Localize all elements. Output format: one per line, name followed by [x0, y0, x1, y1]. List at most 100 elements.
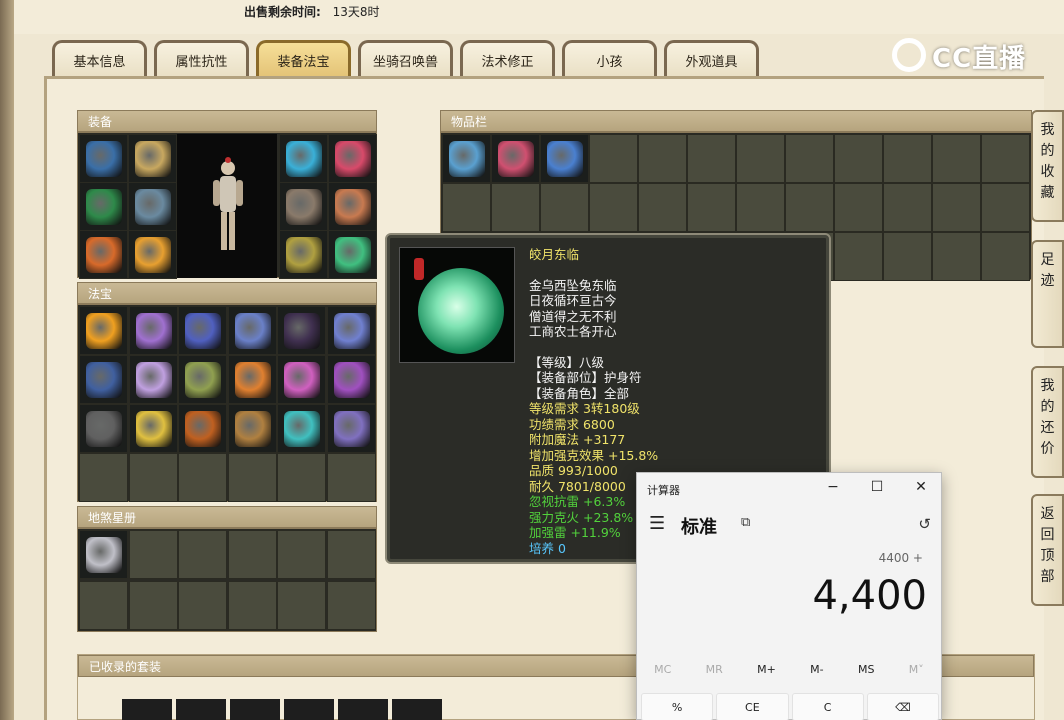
treasure-slot[interactable] [326, 306, 376, 355]
treasure-slot[interactable] [227, 453, 277, 502]
inventory-slot[interactable] [687, 134, 736, 183]
star-book-slot[interactable] [128, 581, 178, 630]
inventory-slot[interactable] [932, 232, 981, 281]
equip-slot[interactable] [128, 182, 177, 231]
treasure-slot[interactable] [277, 355, 326, 404]
treasure-slot[interactable] [79, 453, 128, 502]
equip-slot[interactable] [328, 134, 377, 183]
star-book-slot[interactable] [227, 530, 277, 579]
mr-button[interactable]: MR [706, 663, 723, 683]
maximize-button[interactable]: ☐ [859, 479, 895, 499]
side-tab-footprint[interactable]: 足迹 [1031, 240, 1064, 348]
side-tab-favorites[interactable]: 我的收藏 [1031, 110, 1064, 222]
treasure-slot[interactable] [178, 404, 227, 453]
treasure-slot[interactable] [128, 453, 178, 502]
inventory-slot[interactable] [589, 183, 638, 232]
inventory-slot[interactable] [638, 134, 687, 183]
treasure-slot[interactable] [178, 306, 227, 355]
inventory-slot[interactable] [834, 183, 883, 232]
equip-slot[interactable] [279, 182, 328, 231]
minimize-button[interactable]: − [815, 479, 851, 499]
equip-slot[interactable] [79, 182, 128, 231]
treasure-slot[interactable] [326, 404, 376, 453]
equip-slot[interactable] [279, 230, 328, 279]
side-tab-bargain[interactable]: 我的还价 [1031, 366, 1064, 478]
equip-slot[interactable] [328, 182, 377, 231]
treasure-slot[interactable] [128, 355, 178, 404]
tab-spell-correction[interactable]: 法术修正 [460, 40, 555, 78]
treasure-slot[interactable] [178, 453, 227, 502]
tab-basic-info[interactable]: 基本信息 [52, 40, 147, 78]
backspace-key[interactable]: ⌫ [866, 693, 939, 720]
menu-icon[interactable]: ☰ [649, 513, 665, 534]
treasure-slot[interactable] [277, 453, 326, 502]
inventory-slot[interactable] [883, 232, 932, 281]
m-plus-button[interactable]: M+ [757, 663, 776, 683]
inventory-slot[interactable] [442, 183, 491, 232]
inventory-slot[interactable] [785, 134, 834, 183]
close-button[interactable]: ✕ [903, 479, 939, 499]
inventory-slot[interactable] [834, 134, 883, 183]
mc-button[interactable]: MC [654, 663, 671, 683]
treasure-slot[interactable] [178, 355, 227, 404]
star-book-slot[interactable] [277, 530, 326, 579]
calculator-titlebar[interactable]: 计算器 − ☐ ✕ [637, 473, 941, 505]
treasure-slot[interactable] [128, 306, 178, 355]
m-minus-button[interactable]: M- [810, 663, 823, 683]
equip-slot[interactable] [128, 134, 177, 183]
inventory-slot[interactable] [883, 183, 932, 232]
inventory-slot[interactable] [981, 134, 1030, 183]
tab-appearance[interactable]: 外观道具 [664, 40, 759, 78]
inventory-slot[interactable] [834, 232, 883, 281]
ms-button[interactable]: MS [858, 663, 874, 683]
inventory-slot[interactable] [491, 134, 540, 183]
star-book-slot[interactable] [178, 530, 227, 579]
star-book-slot[interactable] [227, 581, 277, 630]
equip-slot[interactable] [328, 230, 377, 279]
equip-slot[interactable] [279, 134, 328, 183]
treasure-slot[interactable] [277, 404, 326, 453]
collected-set-icon[interactable] [122, 699, 172, 720]
inventory-slot[interactable] [785, 183, 834, 232]
percent-key[interactable]: % [641, 693, 714, 720]
star-book-slot[interactable] [326, 581, 376, 630]
treasure-slot[interactable] [79, 404, 128, 453]
tab-resistance[interactable]: 属性抗性 [154, 40, 249, 78]
collected-set-icon[interactable] [392, 699, 442, 720]
equip-slot[interactable] [79, 134, 128, 183]
star-book-slot[interactable] [326, 530, 376, 579]
treasure-slot[interactable] [227, 404, 277, 453]
tab-equipment[interactable]: 装备法宝 [256, 40, 351, 78]
history-icon[interactable]: ↺ [918, 515, 931, 533]
star-book-slot[interactable] [79, 530, 128, 579]
treasure-slot[interactable] [227, 355, 277, 404]
inventory-slot[interactable] [589, 134, 638, 183]
treasure-slot[interactable] [227, 306, 277, 355]
collected-set-icon[interactable] [176, 699, 226, 720]
collected-set-icon[interactable] [338, 699, 388, 720]
inventory-slot[interactable] [540, 183, 589, 232]
ce-key[interactable]: CE [716, 693, 789, 720]
treasure-slot[interactable] [277, 306, 326, 355]
tab-child[interactable]: 小孩 [562, 40, 657, 78]
inventory-slot[interactable] [932, 134, 981, 183]
star-book-slot[interactable] [178, 581, 227, 630]
collected-set-icon[interactable] [230, 699, 280, 720]
inventory-slot[interactable] [932, 183, 981, 232]
memory-list-button[interactable]: M˅ [909, 663, 924, 683]
treasure-slot[interactable] [326, 355, 376, 404]
treasure-slot[interactable] [79, 355, 128, 404]
inventory-slot[interactable] [736, 134, 785, 183]
inventory-slot[interactable] [883, 134, 932, 183]
c-key[interactable]: C [791, 693, 864, 720]
equip-slot[interactable] [128, 230, 177, 279]
inventory-slot[interactable] [638, 183, 687, 232]
treasure-slot[interactable] [128, 404, 178, 453]
inventory-slot[interactable] [687, 183, 736, 232]
side-tab-back-to-top[interactable]: 返回顶部 [1031, 494, 1064, 606]
inventory-slot[interactable] [540, 134, 589, 183]
inventory-slot[interactable] [981, 232, 1030, 281]
keep-on-top-icon[interactable]: ⧉ [741, 515, 750, 530]
inventory-slot[interactable] [491, 183, 540, 232]
inventory-slot[interactable] [981, 183, 1030, 232]
